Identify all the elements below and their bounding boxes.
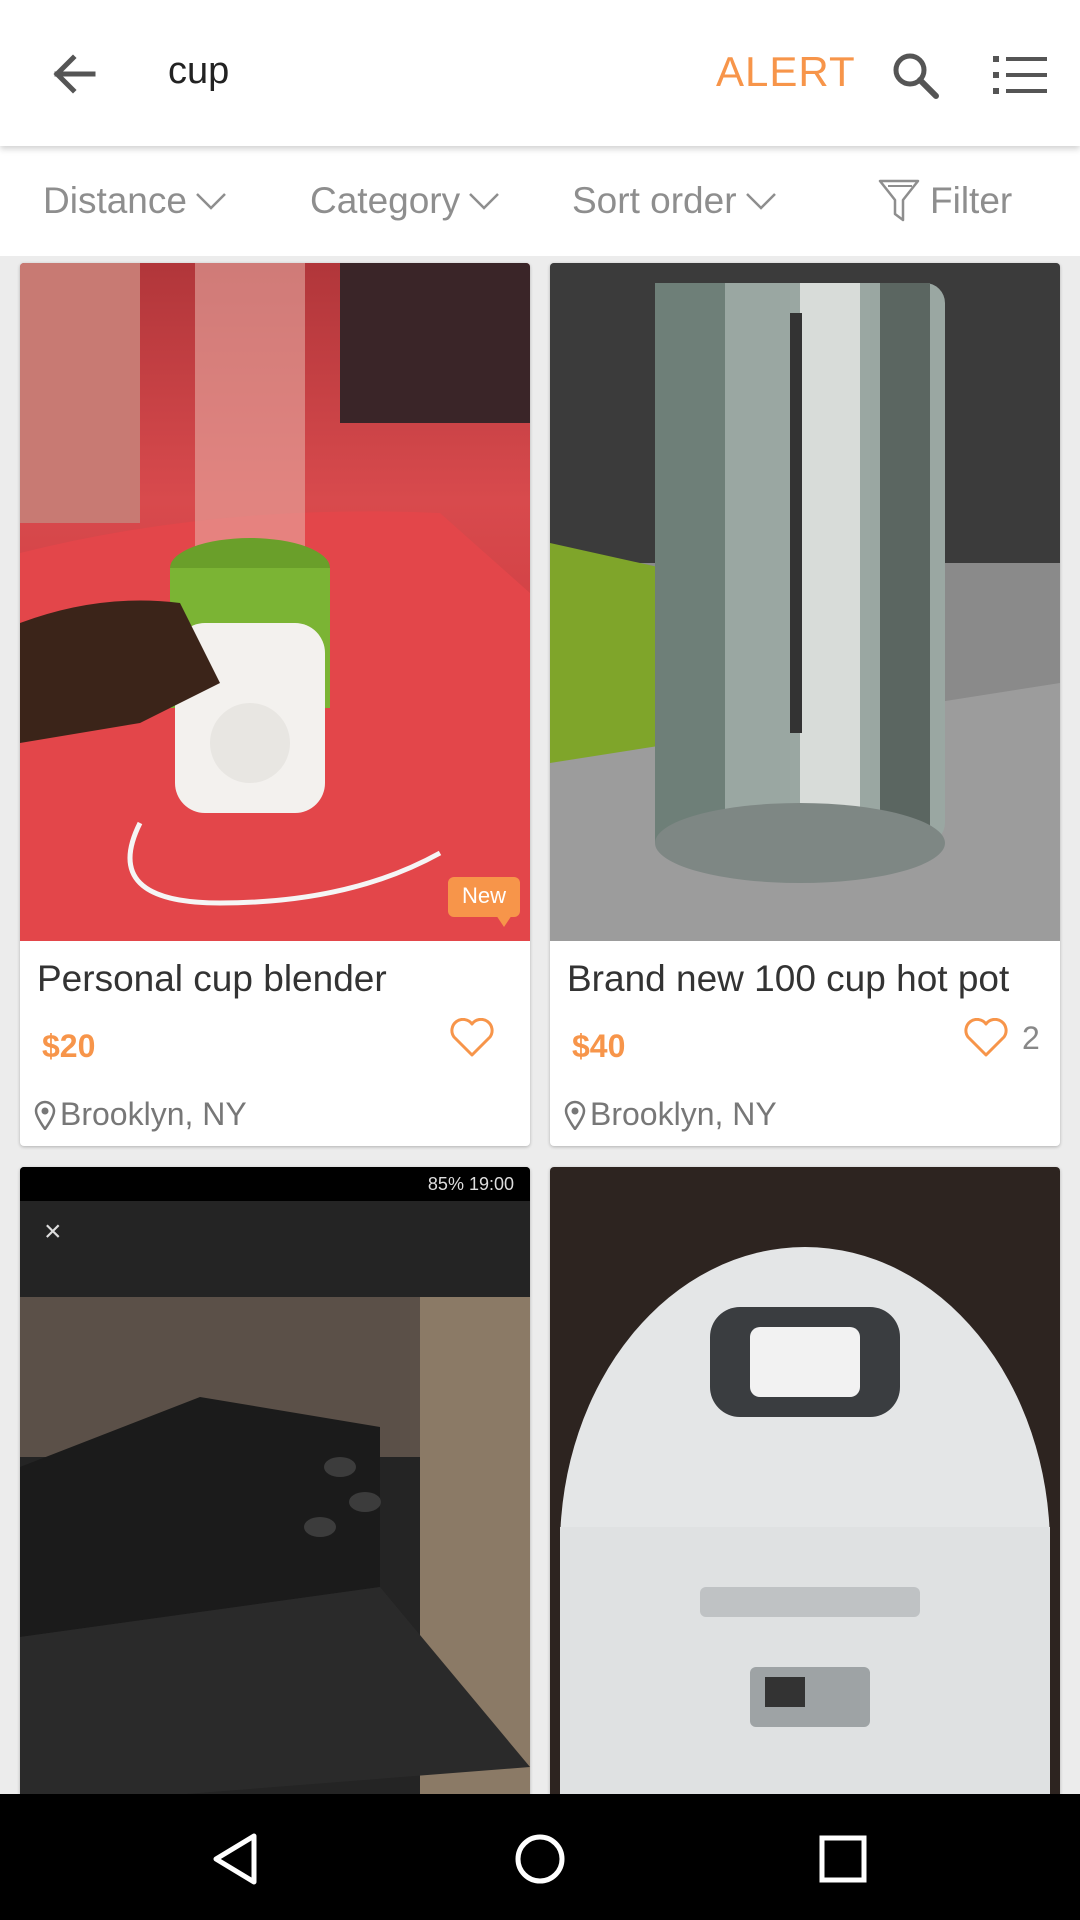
sort-order-label: Sort order — [572, 180, 737, 221]
sort-order-dropdown[interactable]: Sort order — [572, 176, 777, 226]
heart-icon — [450, 1018, 494, 1057]
search-icon — [893, 53, 939, 99]
listing-title: Brand new 100 cup hot pot — [567, 958, 1010, 999]
list-view-button[interactable] — [985, 40, 1055, 110]
filter-label: Filter — [930, 180, 1013, 221]
nav-home-button[interactable] — [505, 1824, 575, 1894]
screenshot-status-text: 85% 19:00 — [427, 1173, 514, 1194]
chevron-down-icon — [196, 193, 226, 210]
listing-card[interactable]: 85% 19:00 × — [20, 1167, 530, 1807]
location-pin-icon — [34, 1100, 56, 1130]
listing-location: Brooklyn, NY — [564, 1096, 777, 1133]
back-arrow-icon — [53, 54, 96, 94]
nav-back-button[interactable] — [200, 1824, 270, 1894]
distance-dropdown[interactable]: Distance — [43, 176, 227, 226]
search-button[interactable] — [880, 40, 950, 110]
favorite-button[interactable]: 2 — [964, 1018, 1040, 1058]
alert-button[interactable]: ALERT — [716, 48, 856, 96]
back-button[interactable] — [36, 36, 112, 112]
listing-price: $20 — [42, 1028, 96, 1064]
listing-photo — [20, 263, 530, 941]
listing-title: Personal cup blender — [37, 958, 387, 999]
screenshot-close-icon: × — [44, 1215, 62, 1248]
location-pin-icon — [564, 1100, 586, 1130]
listing-location: Brooklyn, NY — [34, 1096, 247, 1133]
listing-card[interactable]: Brand new 100 cup hot pot $40 2 Brooklyn… — [550, 263, 1060, 1146]
filter-funnel-icon — [878, 179, 920, 222]
chevron-down-icon — [469, 193, 500, 210]
favorite-button[interactable] — [450, 1018, 508, 1058]
chevron-down-icon — [745, 193, 776, 210]
heart-icon — [964, 1018, 1008, 1057]
system-nav-bar — [0, 1794, 1080, 1920]
listing-photo — [20, 1167, 530, 1807]
nav-home-icon — [515, 1834, 565, 1884]
favorite-count: 2 — [1022, 1019, 1040, 1056]
nav-back-icon — [213, 1833, 257, 1885]
nav-recents-icon — [819, 1835, 867, 1883]
location-text: Brooklyn, NY — [590, 1096, 777, 1132]
listing-price: $40 — [572, 1028, 626, 1064]
app-bar: cup ALERT — [0, 0, 1080, 146]
list-view-icon — [993, 56, 1047, 94]
category-dropdown[interactable]: Category — [310, 176, 500, 226]
search-query[interactable]: cup — [168, 50, 229, 93]
location-text: Brooklyn, NY — [60, 1096, 247, 1132]
new-badge: New — [447, 877, 520, 927]
nav-recents-button[interactable] — [808, 1824, 878, 1894]
listing-card[interactable]: New Personal cup blender $20 Brooklyn, N… — [20, 263, 530, 1146]
category-label: Category — [310, 180, 461, 221]
listing-photo — [550, 263, 1060, 941]
filter-bar: Distance Category Sort order Filter — [0, 146, 1080, 256]
screenshot-status-bar: 85% 19:00 — [20, 1167, 530, 1201]
distance-label: Distance — [43, 180, 187, 221]
listing-card[interactable] — [550, 1167, 1060, 1807]
filter-button[interactable]: Filter — [878, 176, 1012, 226]
listing-photo — [550, 1167, 1060, 1807]
